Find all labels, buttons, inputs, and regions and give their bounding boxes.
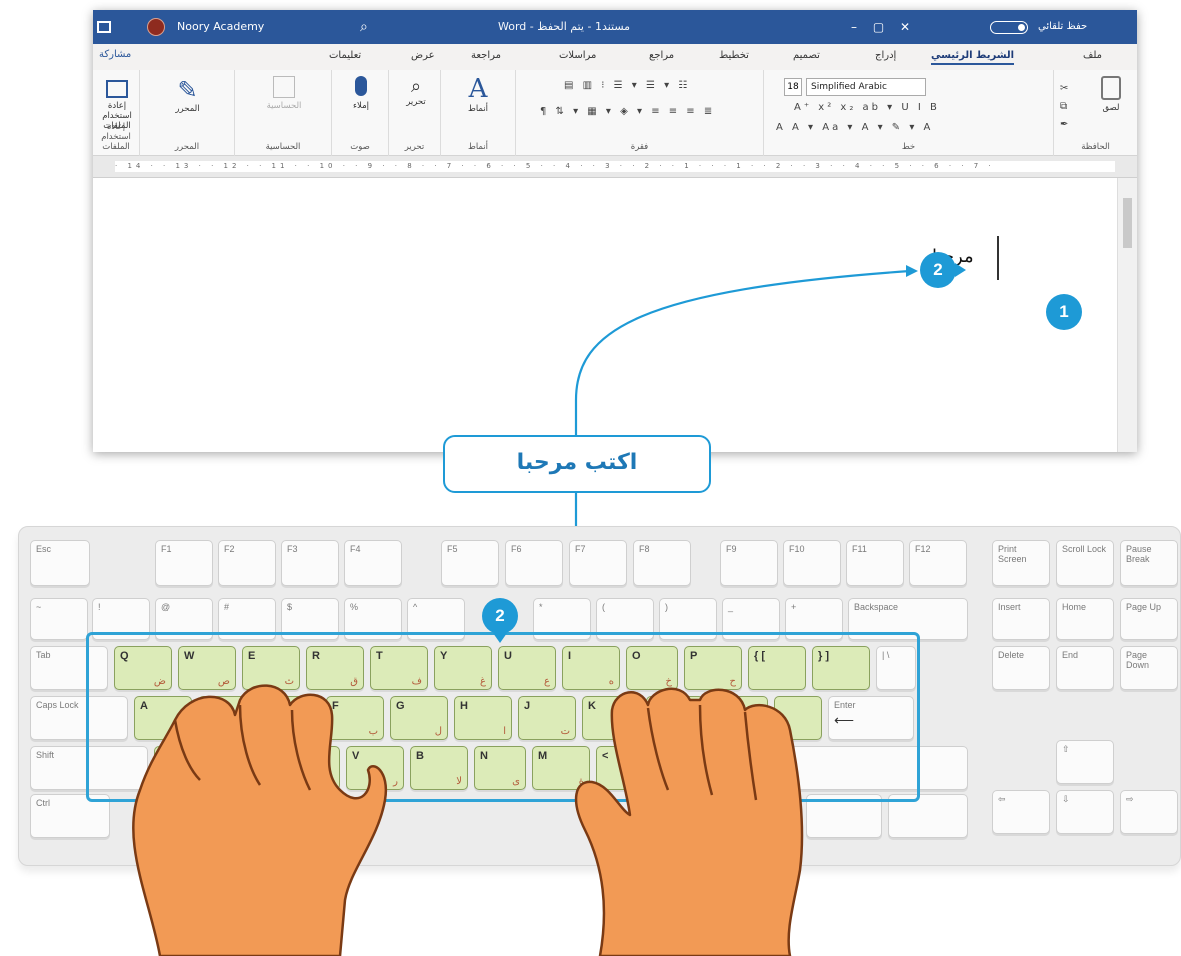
ribbon-group-font: 18 Simplified Arabic A⁺ x² x₂ ab ▾ U I B… [763, 70, 1053, 156]
vertical-scrollbar[interactable] [1117, 178, 1137, 452]
key-pause-break[interactable]: Pause Break [1120, 540, 1178, 586]
key-arrow-right[interactable]: ⇨ [1120, 790, 1178, 834]
ribbon-group-styles: A أنماط أنماط [440, 70, 515, 156]
key-esc[interactable]: Esc [30, 540, 90, 586]
key-f1[interactable]: F1 [155, 540, 213, 586]
search-icon[interactable]: ⌕ [360, 10, 368, 44]
key-f8[interactable]: F8 [633, 540, 691, 586]
share-button[interactable]: مشاركة [99, 49, 131, 60]
letter-keys-highlight [86, 632, 920, 802]
clipboard-small-icons[interactable]: ✂ ⧉ ✒ [1060, 80, 1068, 134]
tab-home[interactable]: الشريط الرئيسي [931, 50, 1015, 65]
ribbon-group-voice: إملاء صوت [331, 70, 388, 156]
key-print-screen[interactable]: Print Screen [992, 540, 1050, 586]
avatar[interactable] [147, 18, 165, 36]
ribbon: إعادة استخدام الملفات إعادة استخدام المل… [93, 70, 1137, 156]
document-page[interactable] [93, 178, 1117, 452]
key-arrow-left[interactable]: ⇦ [992, 790, 1050, 834]
key-delete[interactable]: Delete [992, 646, 1050, 690]
paste-button[interactable]: لصق [1090, 76, 1132, 113]
font-name-select[interactable]: Simplified Arabic [806, 78, 926, 96]
styles-button[interactable]: A أنماط [457, 74, 499, 114]
window-controls[interactable]: – ▢ ✕ [851, 10, 916, 44]
step-1-badge: 1 [1046, 294, 1082, 330]
tab-layout[interactable]: تخطيط [719, 50, 749, 61]
text-cursor [997, 236, 999, 280]
tab-help[interactable]: تعليمات [329, 50, 361, 61]
autosave-label: حفظ تلقائي [1038, 21, 1088, 32]
ribbon-group-paragraph: ▤ ▥ ⁝ ☰ ▾ ☰ ▾ ☷ ¶ ⇅ ▾ ▦ ▾ ◈ ▾ ≡ ≡ ≡ ≣ فق… [515, 70, 763, 156]
title-bar: Noory Academy ⌕ Word - مستند1 - يتم الحف… [93, 10, 1137, 44]
paragraph-row-1[interactable]: ▤ ▥ ⁝ ☰ ▾ ☰ ▾ ☷ [564, 80, 690, 91]
font-size-select[interactable]: 18 [784, 78, 802, 96]
editor-button[interactable]: ✎ المحرر [165, 76, 210, 114]
find-button[interactable]: ⌕ تحرير [397, 76, 435, 107]
ribbon-group-reuse: إعادة استخدام الملفات إعادة استخدام المل… [93, 70, 139, 156]
key-f11[interactable]: F11 [846, 540, 904, 586]
tab-references[interactable]: مراجع [649, 50, 674, 61]
tab-file[interactable]: ملف [1083, 50, 1102, 61]
microphone-icon [355, 76, 367, 96]
account-name: Noory Academy [177, 20, 265, 33]
font-row-1[interactable]: A⁺ x² x₂ ab ▾ U I B [794, 102, 940, 113]
tab-review[interactable]: مراجعة [471, 50, 501, 61]
key-f4[interactable]: F4 [344, 540, 402, 586]
key-f9[interactable]: F9 [720, 540, 778, 586]
key-f12[interactable]: F12 [909, 540, 967, 586]
tab-design[interactable]: تصميم [793, 50, 820, 61]
font-row-2[interactable]: A A ▾ Aa ▾ A ▾ ✎ ▾ A [776, 122, 933, 133]
word-window: Noory Academy ⌕ Word - مستند1 - يتم الحف… [93, 10, 1137, 452]
key-f6[interactable]: F6 [505, 540, 563, 586]
key-arrow-up[interactable]: ⇧ [1056, 740, 1114, 784]
step-2-badge: 2 [920, 252, 966, 288]
key-page-down[interactable]: Page Down [1120, 646, 1178, 690]
reuse-icon [106, 80, 128, 98]
tab-view[interactable]: عرض [411, 50, 435, 61]
ribbon-tabs: مشاركة تعليمات عرض مراجعة مراسلات مراجع … [93, 44, 1137, 70]
key-backtick[interactable]: ~ [30, 598, 88, 640]
paragraph-row-2[interactable]: ¶ ⇅ ▾ ▦ ▾ ◈ ▾ ≡ ≡ ≡ ≣ [540, 106, 715, 117]
key-end[interactable]: End [1056, 646, 1114, 690]
editor-pen-icon: ✎ [177, 76, 198, 104]
ruler: · 14 · · 13 · · 12 · · 11 · · 10 · · 9 ·… [93, 156, 1137, 178]
key-home[interactable]: Home [1056, 598, 1114, 640]
key-f3[interactable]: F3 [281, 540, 339, 586]
key-insert[interactable]: Insert [992, 598, 1050, 640]
key-f7[interactable]: F7 [569, 540, 627, 586]
magnifier-icon: ⌕ [410, 76, 422, 97]
ribbon-group-editing: ⌕ تحرير تحرير [388, 70, 440, 156]
autosave-toggle[interactable] [990, 21, 1028, 34]
ribbon-group-editor: ✎ المحرر المحرر [139, 70, 234, 156]
document-title: Word - مستند1 - يتم الحفظ [498, 20, 631, 33]
tab-mailings[interactable]: مراسلات [559, 50, 596, 61]
save-icon[interactable] [97, 21, 111, 33]
tab-insert[interactable]: إدراج [875, 50, 896, 61]
key-page-up[interactable]: Page Up [1120, 598, 1178, 640]
clipboard-icon [1101, 76, 1121, 100]
type-hello-callout: اكتب مرحبا [443, 435, 711, 493]
key-f5[interactable]: F5 [441, 540, 499, 586]
styles-icon: A [468, 74, 488, 104]
step-2-keyboard-badge: 2 [482, 598, 518, 643]
key-arrow-down[interactable]: ⇩ [1056, 790, 1114, 834]
key-f10[interactable]: F10 [783, 540, 841, 586]
sensitivity-icon [273, 76, 295, 98]
key-scroll-lock[interactable]: Scroll Lock [1056, 540, 1114, 586]
sensitivity-button[interactable]: الحساسية [249, 76, 319, 111]
key-f2[interactable]: F2 [218, 540, 276, 586]
ribbon-group-clipboard: لصق ✂ ⧉ ✒ الحافظة [1053, 70, 1137, 156]
scroll-thumb[interactable] [1123, 198, 1132, 248]
dictate-button[interactable]: إملاء [340, 76, 382, 111]
ribbon-group-sensitivity: الحساسية الحساسية [234, 70, 331, 156]
